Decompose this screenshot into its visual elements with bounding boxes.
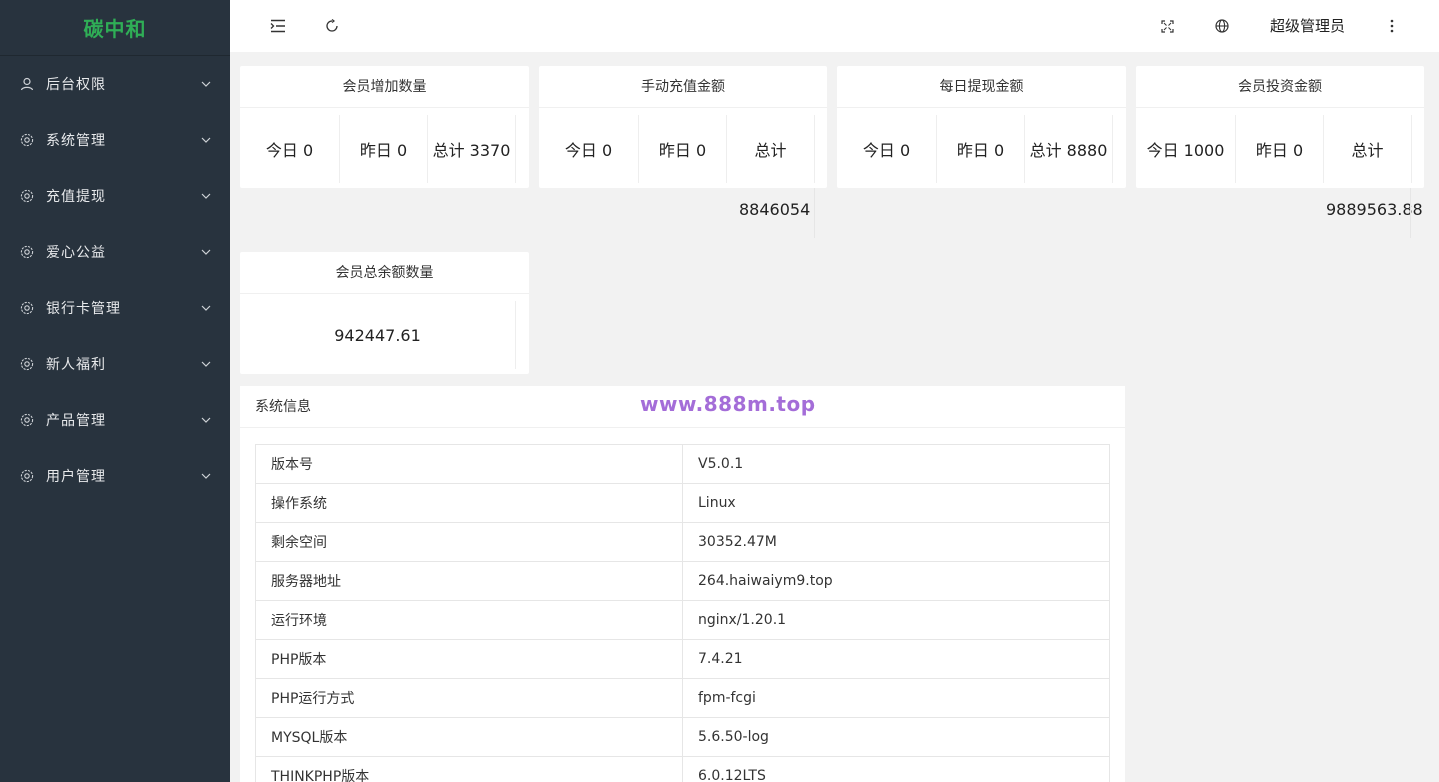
gear-icon bbox=[20, 357, 34, 371]
sidebar-item-label: 后台权限 bbox=[46, 77, 106, 93]
stat-today: 今日 1000 bbox=[1136, 115, 1236, 183]
fullscreen-icon[interactable] bbox=[1156, 15, 1178, 37]
chevron-down-icon bbox=[200, 246, 212, 258]
row-value: 6.0.12LTS bbox=[682, 756, 1110, 782]
stat-today: 今日 0 bbox=[539, 115, 639, 183]
row-key: 服务器地址 bbox=[255, 561, 683, 601]
stat-total-value: 9889563.88 bbox=[1326, 200, 1423, 219]
chevron-down-icon bbox=[200, 78, 212, 90]
table-row: 操作系统 Linux bbox=[255, 483, 1110, 523]
chevron-down-icon bbox=[200, 414, 212, 426]
row-value: nginx/1.20.1 bbox=[682, 600, 1110, 640]
table-row: PHP版本 7.4.21 bbox=[255, 639, 1110, 679]
chevron-down-icon bbox=[200, 358, 212, 370]
more-vertical-icon[interactable] bbox=[1381, 15, 1403, 37]
gear-icon bbox=[20, 301, 34, 315]
stat-card-member-balance: 会员总余额数量 942447.61 bbox=[240, 252, 529, 374]
system-info-panel: 系统信息 www.888m.top 版本号 V5.0.1 操作系统 Linux 剩余… bbox=[240, 386, 1125, 782]
row-key: THINKPHP版本 bbox=[255, 756, 683, 782]
logo-text: 碳中和 bbox=[83, 17, 147, 41]
divider bbox=[814, 188, 815, 238]
sidebar-item-users[interactable]: 用户管理 bbox=[0, 448, 230, 504]
row-value: Linux bbox=[682, 483, 1110, 523]
stat-total: 总计 bbox=[1324, 115, 1412, 183]
row-key: MYSQL版本 bbox=[255, 717, 683, 757]
stat-total: 总计 bbox=[727, 115, 815, 183]
logo[interactable]: 碳中和 bbox=[0, 0, 230, 56]
card-title: 手动充值金额 bbox=[539, 66, 827, 108]
stat-today: 今日 0 bbox=[837, 115, 937, 183]
refresh-icon[interactable] bbox=[321, 15, 343, 37]
table-row: PHP运行方式 fpm-fcgi bbox=[255, 678, 1110, 718]
stat-total: 总计 3370 bbox=[428, 115, 516, 183]
stat-card-daily-withdraw: 每日提现金额 今日 0 昨日 0 总计 8880 bbox=[837, 66, 1126, 188]
chevron-down-icon bbox=[200, 470, 212, 482]
table-row: 版本号 V5.0.1 bbox=[255, 444, 1110, 484]
row-value: fpm-fcgi bbox=[682, 678, 1110, 718]
sidebar-item-label: 充值提现 bbox=[46, 189, 106, 205]
gear-icon bbox=[20, 413, 34, 427]
menu-fold-icon[interactable] bbox=[267, 15, 289, 37]
sidebar-item-label: 新人福利 bbox=[46, 357, 106, 373]
row-key: 操作系统 bbox=[255, 483, 683, 523]
stat-yesterday: 昨日 0 bbox=[340, 115, 428, 183]
row-value: 7.4.21 bbox=[682, 639, 1110, 679]
sidebar-item-products[interactable]: 产品管理 bbox=[0, 392, 230, 448]
stat-yesterday: 昨日 0 bbox=[639, 115, 727, 183]
stat-today: 今日 0 bbox=[240, 115, 340, 183]
current-user[interactable]: 超级管理员 bbox=[1270, 15, 1345, 36]
stat-card-member-investment: 会员投资金额 今日 1000 昨日 0 总计 bbox=[1136, 66, 1424, 188]
stat-yesterday: 昨日 0 bbox=[937, 115, 1025, 183]
table-row: 运行环境 nginx/1.20.1 bbox=[255, 600, 1110, 640]
table-row: MYSQL版本 5.6.50-log bbox=[255, 717, 1110, 757]
sidebar-item-label: 产品管理 bbox=[46, 413, 106, 429]
card-title: 会员投资金额 bbox=[1136, 66, 1424, 108]
gear-icon bbox=[20, 189, 34, 203]
sidebar-item-label: 银行卡管理 bbox=[46, 301, 121, 317]
card-title: 会员总余额数量 bbox=[240, 252, 529, 294]
stat-value: 942447.61 bbox=[240, 301, 516, 369]
globe-icon[interactable] bbox=[1211, 15, 1233, 37]
stat-card-member-growth: 会员增加数量 今日 0 昨日 0 总计 3370 bbox=[240, 66, 529, 188]
top-header: 超级管理员 bbox=[230, 0, 1439, 52]
stat-yesterday: 昨日 0 bbox=[1236, 115, 1324, 183]
sidebar-item-charity[interactable]: 爱心公益 bbox=[0, 224, 230, 280]
table-row: 服务器地址 264.haiwaiym9.top bbox=[255, 561, 1110, 601]
row-key: 剩余空间 bbox=[255, 522, 683, 562]
row-key: PHP版本 bbox=[255, 639, 683, 679]
stat-total-value: 8846054 bbox=[739, 200, 811, 219]
row-value: V5.0.1 bbox=[682, 444, 1110, 484]
gear-icon bbox=[20, 245, 34, 259]
sidebar-item-label: 系统管理 bbox=[46, 133, 106, 149]
sidebar-item-newcomer-benefits[interactable]: 新人福利 bbox=[0, 336, 230, 392]
sidebar-item-admin-permissions[interactable]: 后台权限 bbox=[0, 56, 230, 112]
card-title: 会员增加数量 bbox=[240, 66, 529, 108]
chevron-down-icon bbox=[200, 134, 212, 146]
row-key: PHP运行方式 bbox=[255, 678, 683, 718]
row-value: 5.6.50-log bbox=[682, 717, 1110, 757]
system-info-table: 版本号 V5.0.1 操作系统 Linux 剩余空间 30352.47M 服务器地址 2… bbox=[255, 444, 1110, 782]
row-key: 版本号 bbox=[255, 444, 683, 484]
row-value: 264.haiwaiym9.top bbox=[682, 561, 1110, 601]
row-key: 运行环境 bbox=[255, 600, 683, 640]
sidebar-item-recharge-withdraw[interactable]: 充值提现 bbox=[0, 168, 230, 224]
watermark: www.888m.top bbox=[640, 392, 816, 416]
sidebar-item-system-management[interactable]: 系统管理 bbox=[0, 112, 230, 168]
sidebar-item-label: 爱心公益 bbox=[46, 245, 106, 261]
chevron-down-icon bbox=[200, 190, 212, 202]
table-row: 剩余空间 30352.47M bbox=[255, 522, 1110, 562]
card-title: 每日提现金额 bbox=[837, 66, 1126, 108]
sidebar-item-bank-cards[interactable]: 银行卡管理 bbox=[0, 280, 230, 336]
chevron-down-icon bbox=[200, 302, 212, 314]
stat-card-manual-recharge: 手动充值金额 今日 0 昨日 0 总计 bbox=[539, 66, 827, 188]
sidebar: 碳中和 后台权限 系统管理 充值提现 爱心公益 银行卡管理 新人福利 产品管理 … bbox=[0, 0, 230, 782]
divider bbox=[1410, 188, 1411, 238]
sidebar-item-label: 用户管理 bbox=[46, 469, 106, 485]
user-icon bbox=[20, 77, 34, 91]
row-value: 30352.47M bbox=[682, 522, 1110, 562]
gear-icon bbox=[20, 469, 34, 483]
gear-icon bbox=[20, 133, 34, 147]
stat-total: 总计 8880 bbox=[1025, 115, 1113, 183]
table-row: THINKPHP版本 6.0.12LTS bbox=[255, 756, 1110, 782]
